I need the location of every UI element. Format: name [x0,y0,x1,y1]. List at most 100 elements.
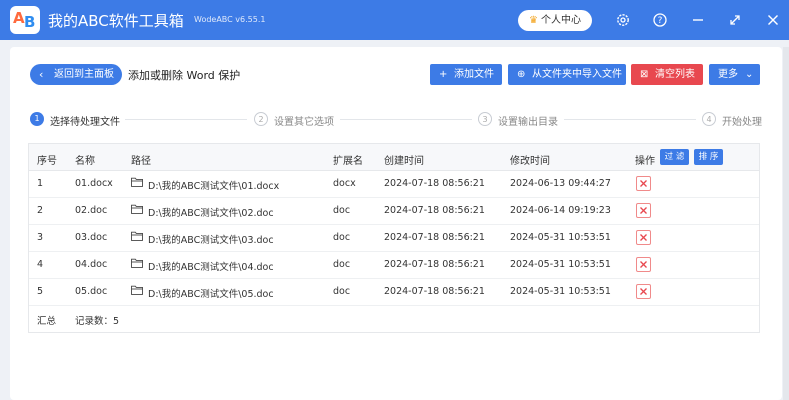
cell-path: D:\我的ABC测试文件\02.doc [148,208,274,219]
svg-text:?: ? [658,16,663,26]
cell-modified: 2024-06-13 09:44:27 [510,178,611,189]
close-icon[interactable] [764,11,782,29]
cell-path: D:\我的ABC测试文件\05.doc [148,289,274,300]
import-folder-label: 从文件夹中导入文件 [532,69,622,80]
add-file-button[interactable]: + 添加文件 [430,64,502,85]
step-4-label: 开始处理 [722,117,762,128]
col-header-modified: 修改时间 [510,156,550,167]
cell-created: 2024-07-18 08:56:21 [384,259,485,270]
close-square-icon: ⊠ [640,69,649,80]
folder-icon [131,285,143,295]
step-2-label: 设置其它选项 [274,117,334,128]
cell-ext: doc [333,286,351,297]
logo-letter-a: A [13,9,25,27]
cell-path: D:\我的ABC测试文件\01.docx [148,181,280,192]
clear-list-button[interactable]: ⊠ 清空列表 [631,64,703,85]
folder-icon [131,177,143,187]
col-header-index: 序号 [37,156,57,167]
window-edge [783,47,789,400]
col-header-actions: 操作 [635,156,655,167]
step-connector [340,119,472,120]
table-row[interactable]: 1 01.docx D:\我的ABC测试文件\01.docx docx 2024… [29,171,759,198]
step-3-label: 设置输出目录 [498,117,558,128]
step-1-label: 选择待处理文件 [50,117,120,128]
title-bar: A B 我的ABC软件工具箱 WodeABC v6.55.1 ♛ 个人中心 ? [0,0,789,40]
member-center-button[interactable]: ♛ 个人中心 [518,10,592,31]
logo-letter-b: B [24,13,36,31]
cell-modified: 2024-05-31 10:53:51 [510,232,611,243]
table-summary-row: 汇总 记录数：5 [29,306,759,333]
app-title: 我的ABC软件工具箱 [48,12,184,30]
cell-modified: 2024-05-31 10:53:51 [510,259,611,270]
step-4-number: 4 [702,112,716,126]
record-count: 记录数：5 [75,316,120,327]
cell-modified: 2024-06-14 09:19:23 [510,205,611,216]
cell-name: 03.doc [75,232,108,243]
cell-name: 01.docx [75,178,113,189]
clear-list-label: 清空列表 [655,69,695,80]
cell-created: 2024-07-18 08:56:21 [384,178,485,189]
delete-row-icon[interactable] [636,176,651,191]
chevron-down-icon: ⌄ [745,69,754,80]
cell-ext: docx [333,178,356,189]
cell-index: 3 [37,232,44,243]
cell-index: 4 [37,259,44,270]
delete-row-icon[interactable] [636,257,651,272]
step-connector [125,119,247,120]
minimize-icon[interactable] [689,11,707,29]
table-row[interactable]: 3 03.doc D:\我的ABC测试文件\03.doc doc 2024-07… [29,225,759,252]
sort-button[interactable]: 排 序 [694,149,723,165]
app-logo: A B [10,6,40,34]
more-label: 更多 [718,69,738,80]
col-header-ext: 扩展名 [333,156,363,167]
folder-icon [131,204,143,214]
page-title: 添加或删除 Word 保护 [128,69,241,82]
col-header-path: 路径 [131,156,151,167]
summary-label: 汇总 [37,316,57,327]
add-file-label: 添加文件 [454,69,494,80]
maximize-icon[interactable] [726,11,744,29]
cell-path: D:\我的ABC测试文件\03.doc [148,235,274,246]
delete-row-icon[interactable] [636,284,651,299]
cell-name: 04.doc [75,259,108,270]
cell-index: 2 [37,205,44,216]
cell-created: 2024-07-18 08:56:21 [384,232,485,243]
crown-icon: ♛ [529,15,538,26]
step-connector [564,119,696,120]
chevron-left-icon: ‹ [39,68,44,81]
delete-row-icon[interactable] [636,203,651,218]
gear-icon[interactable] [614,11,632,29]
more-button[interactable]: 更多 ⌄ [709,64,760,85]
cell-ext: doc [333,259,351,270]
member-center-label: 个人中心 [540,15,581,26]
cell-ext: doc [333,232,351,243]
col-header-name: 名称 [75,156,95,167]
step-1-number: 1 [30,112,44,126]
cell-created: 2024-07-18 08:56:21 [384,205,485,216]
import-folder-button[interactable]: ⊕ 从文件夹中导入文件 [508,64,626,85]
cell-index: 5 [37,286,44,297]
folder-icon [131,231,143,241]
col-header-created: 创建时间 [384,156,424,167]
back-to-main-button[interactable]: ‹ 返回到主面板 [30,64,122,85]
table-row[interactable]: 4 04.doc D:\我的ABC测试文件\04.doc doc 2024-07… [29,252,759,279]
filter-button[interactable]: 过 滤 [660,149,689,165]
file-table: 序号 名称 路径 扩展名 创建时间 修改时间 操作 过 滤 排 序 1 01.d… [28,143,760,333]
step-3-number: 3 [478,112,492,126]
cell-index: 1 [37,178,44,189]
table-row[interactable]: 5 05.doc D:\我的ABC测试文件\05.doc doc 2024-07… [29,279,759,306]
folder-icon [131,258,143,268]
cell-ext: doc [333,205,351,216]
cell-path: D:\我的ABC测试文件\04.doc [148,262,274,273]
delete-row-icon[interactable] [636,230,651,245]
cell-modified: 2024-05-31 10:53:51 [510,286,611,297]
back-label: 返回到主面板 [54,69,114,80]
help-icon[interactable]: ? [651,11,669,29]
table-row[interactable]: 2 02.doc D:\我的ABC测试文件\02.doc doc 2024-07… [29,198,759,225]
table-header: 序号 名称 路径 扩展名 创建时间 修改时间 操作 过 滤 排 序 [29,144,759,171]
app-version: WodeABC v6.55.1 [194,15,266,24]
cell-created: 2024-07-18 08:56:21 [384,286,485,297]
step-2-number: 2 [254,112,268,126]
plus-circle-icon: ⊕ [517,69,526,80]
cell-name: 05.doc [75,286,108,297]
